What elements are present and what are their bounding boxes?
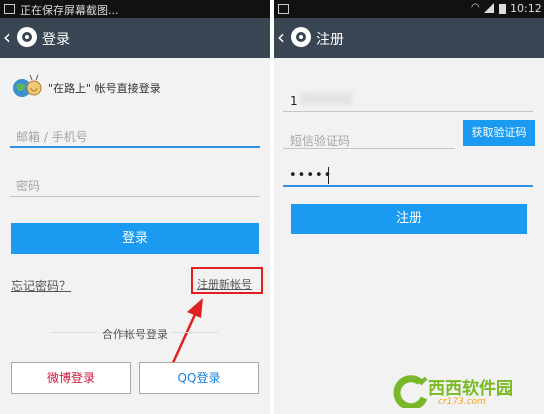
qq-login-button[interactable]: QQ登录 xyxy=(139,362,259,394)
password-field[interactable]: 密码 xyxy=(16,177,40,194)
brand-logo-icon xyxy=(12,73,42,103)
app-bar: ‹ 注册 xyxy=(274,18,544,58)
status-bar: 正在保存屏幕截图... xyxy=(0,0,270,18)
register-button[interactable]: 注册 xyxy=(291,204,527,234)
brand-text: "在路上" 帐号直接登录 xyxy=(48,82,161,95)
register-link[interactable]: 注册新帐号 xyxy=(197,276,252,292)
back-icon[interactable]: ‹ xyxy=(277,26,285,48)
phone-redaction xyxy=(300,93,352,105)
sms-code-field[interactable]: 短信验证码 xyxy=(290,132,350,149)
watermark-brand: 西西软件园 xyxy=(428,379,513,399)
notification-icon xyxy=(278,4,289,14)
wifi-icon: ◠ xyxy=(471,2,480,13)
watermark-logo-icon xyxy=(390,374,428,412)
get-code-button[interactable]: 获取验证码 xyxy=(463,120,535,146)
battery-icon xyxy=(499,4,506,14)
app-bar: ‹ 登录 xyxy=(0,18,270,58)
forgot-password-link[interactable]: 忘记密码？ xyxy=(11,277,71,294)
page-title: 注册 xyxy=(316,32,344,48)
partner-divider-right xyxy=(172,332,218,333)
email-field[interactable]: 邮箱 / 手机号 xyxy=(16,128,88,145)
app-logo-icon xyxy=(16,26,38,52)
page-title: 登录 xyxy=(42,32,70,48)
watermark-domain: cr173.com xyxy=(438,397,486,407)
status-text: 正在保存屏幕截图... xyxy=(20,4,119,17)
register-screen: ◠ 10:12 ‹ 注册 1 短信验证码 获取验证码 ••••• 注册 西西软件… xyxy=(274,0,544,414)
signal-icon xyxy=(484,3,494,13)
app-logo-icon xyxy=(290,26,312,52)
notification-icon xyxy=(4,4,15,14)
back-icon[interactable]: ‹ xyxy=(3,26,11,48)
password-field-underline xyxy=(283,185,533,187)
login-screen: 正在保存屏幕截图... ‹ 登录 "在路上" 帐号直接登录 邮箱 / 手机号 密… xyxy=(0,0,270,414)
email-field-underline xyxy=(10,146,260,148)
sms-code-field-underline xyxy=(283,148,455,149)
phone-field-underline xyxy=(283,111,533,112)
watermark: 西西软件园 cr173.com xyxy=(390,372,544,414)
password-field[interactable]: ••••• xyxy=(289,168,332,183)
clock: 10:12 xyxy=(510,2,542,15)
phone-field[interactable]: 1 xyxy=(290,94,298,108)
weibo-login-button[interactable]: 微博登录 xyxy=(11,362,131,394)
status-bar: ◠ 10:12 xyxy=(274,0,544,18)
partner-login-label: 合作帐号登录 xyxy=(102,328,168,341)
partner-divider-left xyxy=(50,332,96,333)
login-button[interactable]: 登录 xyxy=(11,223,259,254)
password-field-underline xyxy=(10,196,260,197)
text-cursor xyxy=(328,167,329,184)
